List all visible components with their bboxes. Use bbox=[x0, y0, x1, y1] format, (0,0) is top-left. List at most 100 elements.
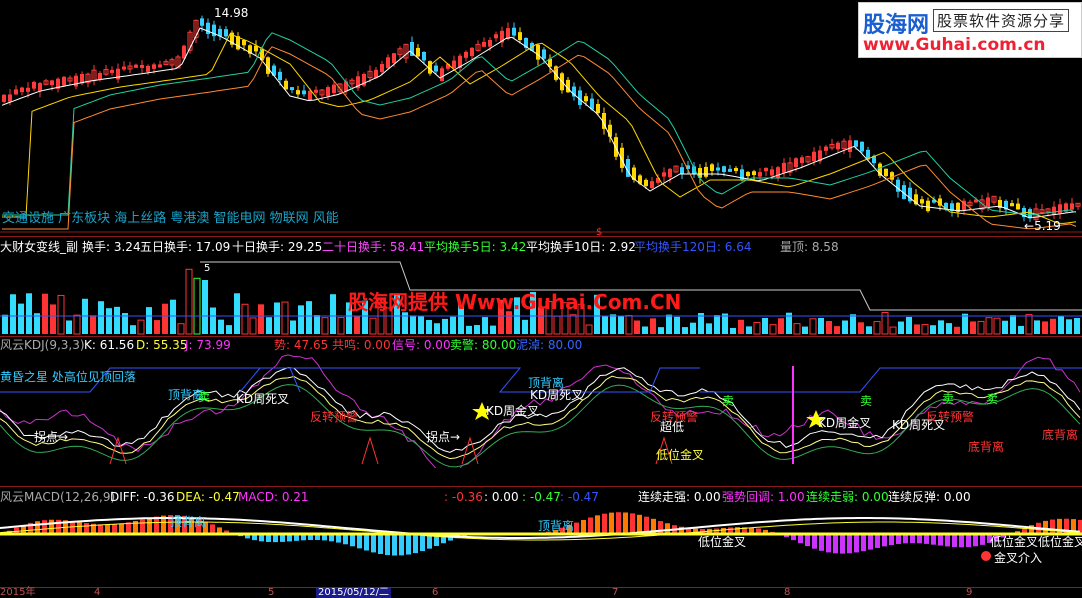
candle-body bbox=[680, 167, 684, 174]
volume-bar bbox=[177, 323, 185, 335]
volume-bar bbox=[762, 317, 768, 334]
volume-bar bbox=[241, 303, 249, 335]
kdj-annotation: 底背离 bbox=[1042, 428, 1079, 442]
volume-bar bbox=[706, 323, 712, 334]
volume-bar bbox=[249, 317, 257, 335]
volume-marker: 5 bbox=[204, 263, 211, 274]
volume-bar bbox=[873, 321, 881, 335]
volume-bar bbox=[809, 318, 817, 335]
candle-body bbox=[308, 90, 312, 101]
candle-body bbox=[380, 64, 384, 73]
macd-histogram-bar bbox=[833, 534, 838, 554]
macd-histogram-bar bbox=[658, 521, 663, 534]
candle-body bbox=[920, 199, 924, 204]
candle-body bbox=[32, 81, 36, 89]
volume-bar bbox=[290, 320, 296, 334]
volume-bar bbox=[490, 325, 496, 334]
low-price-label: ←5.19 bbox=[1024, 219, 1061, 233]
candle-body bbox=[1016, 203, 1020, 210]
volume-bar bbox=[802, 326, 808, 334]
date-tick: 6 bbox=[432, 587, 439, 598]
volume-bar bbox=[921, 324, 929, 335]
candle-body bbox=[470, 47, 474, 57]
panel-divider bbox=[0, 336, 1082, 337]
volume-bar bbox=[234, 293, 240, 334]
vol-field: 平均换手5日: 3.42 bbox=[424, 240, 527, 254]
volume-bar bbox=[650, 318, 656, 334]
volume-bar bbox=[202, 279, 208, 334]
candle-body bbox=[722, 166, 726, 172]
volume-bar bbox=[818, 318, 824, 334]
candle-body bbox=[290, 87, 294, 91]
divider-marker: $ bbox=[596, 227, 603, 238]
volume-bar bbox=[146, 307, 152, 334]
candle-body bbox=[512, 27, 516, 36]
kdj-annotation: 卖 bbox=[942, 392, 955, 406]
volume-bar bbox=[266, 317, 272, 334]
candle-body bbox=[890, 172, 894, 180]
macd-histogram-bar bbox=[420, 534, 425, 552]
macd-histogram-bar bbox=[126, 522, 131, 534]
candle-body bbox=[542, 49, 546, 59]
macd-histogram-bar bbox=[406, 534, 411, 555]
kdj-spike bbox=[461, 436, 479, 465]
macd-field: MACD: 0.21 bbox=[238, 490, 309, 504]
volume-bar bbox=[130, 325, 136, 334]
macd-field: 连续反弹: 0.00 bbox=[888, 490, 971, 504]
kdj-annotation: KD周金叉 bbox=[486, 404, 540, 418]
volume-bar bbox=[962, 313, 968, 334]
macd-histogram-bar bbox=[378, 534, 383, 554]
macd-histogram-bar bbox=[854, 534, 859, 553]
volume-bar bbox=[690, 322, 696, 334]
volume-bar bbox=[834, 326, 840, 334]
volume-bar bbox=[666, 314, 672, 334]
macd-histogram-bar bbox=[385, 534, 390, 556]
kdj-field: J: 73.99 bbox=[185, 338, 231, 352]
macd-histogram-bar bbox=[581, 519, 586, 534]
macd-histogram-bar bbox=[875, 534, 880, 548]
volume-bar bbox=[193, 277, 201, 335]
volume-bar bbox=[714, 315, 720, 334]
volume-bar bbox=[585, 324, 593, 335]
candle-body bbox=[758, 172, 762, 177]
volume-bar bbox=[954, 326, 960, 334]
macd-histogram-bar bbox=[154, 516, 159, 534]
panel-divider bbox=[0, 236, 1082, 237]
volume-bar bbox=[450, 316, 456, 334]
volume-bar bbox=[769, 324, 777, 335]
volume-bar bbox=[1025, 314, 1033, 335]
volume-bar bbox=[57, 294, 65, 335]
macd-histogram-bar bbox=[609, 512, 614, 534]
volume-bar bbox=[298, 305, 304, 334]
kdj-chart[interactable] bbox=[0, 352, 1082, 468]
volume-bar bbox=[569, 314, 577, 335]
candle-body bbox=[110, 69, 114, 73]
volume-bar bbox=[306, 301, 312, 334]
macd-histogram-bar bbox=[147, 517, 152, 534]
volume-bar bbox=[18, 303, 24, 334]
candle-body bbox=[482, 41, 486, 47]
volume-bar bbox=[321, 317, 329, 335]
candle-body bbox=[662, 172, 666, 177]
volume-bar bbox=[625, 315, 633, 335]
candle-body bbox=[50, 80, 54, 86]
candle-body bbox=[848, 140, 852, 152]
volume-bar bbox=[1018, 325, 1024, 334]
macd-field: 风云MACD(12,26,9) bbox=[0, 490, 116, 504]
candle-body bbox=[278, 71, 282, 81]
macd-histogram-bar bbox=[959, 534, 964, 548]
volume-bar bbox=[170, 299, 176, 334]
volume-bar bbox=[682, 327, 688, 334]
macd-histogram-bar bbox=[966, 534, 971, 548]
macd-histogram-bar bbox=[77, 522, 82, 534]
candle-body bbox=[62, 76, 66, 86]
candle-body bbox=[782, 162, 786, 173]
candle-body bbox=[860, 141, 864, 152]
candle-body bbox=[14, 89, 18, 95]
macd-histogram-bar bbox=[868, 534, 873, 550]
candle-body bbox=[884, 168, 888, 177]
watermark: 股海网提供 Www.Guhai.Com.CN bbox=[348, 290, 682, 314]
volume-bar bbox=[42, 293, 48, 334]
candle-body bbox=[770, 169, 774, 176]
candle-body bbox=[158, 64, 162, 68]
